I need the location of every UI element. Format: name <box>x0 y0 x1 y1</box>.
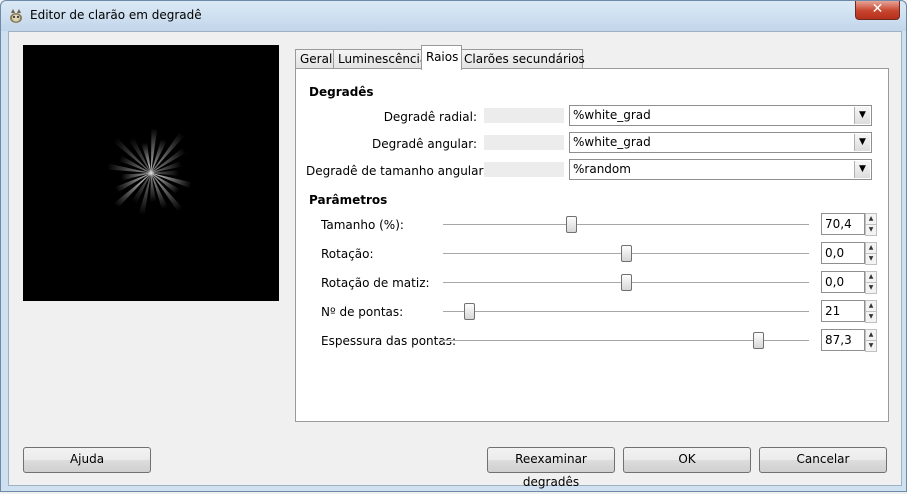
angular-size-gradient-label: Degradê de tamanho angular: <box>306 164 488 178</box>
spike-thickness-value: 87,3 <box>825 333 852 347</box>
size-slider-handle[interactable] <box>566 216 578 233</box>
size-slider[interactable] <box>443 224 809 226</box>
select-value: %white_grad <box>573 108 651 122</box>
parameters-section-title: Parâmetros <box>309 193 388 207</box>
flare-preview <box>23 45 279 301</box>
angular-gradient-label: Degradê angular: <box>372 137 477 151</box>
help-button-label: Ajuda <box>69 452 105 466</box>
angular-gradient-swatch <box>484 135 564 150</box>
close-icon: ✕ <box>871 1 884 17</box>
cancel-button[interactable]: Cancelar <box>759 447 887 473</box>
chevron-down-icon[interactable]: ▼ <box>854 107 870 124</box>
rescan-gradients-button[interactable]: Reexaminar degradês <box>487 447 615 489</box>
spin-down-icon[interactable]: ▼ <box>865 340 877 352</box>
rotation-input[interactable]: 0,0 <box>821 242 865 264</box>
spike-count-input[interactable]: 21 <box>821 300 865 322</box>
select-value: %white_grad <box>573 135 651 149</box>
select-value: %random <box>573 162 631 176</box>
spike-thickness-spinbutton[interactable]: 87,3 ▲ ▼ <box>821 329 877 352</box>
window-title: Editor de clarão em degradê <box>30 8 202 22</box>
tab-label: Raios <box>426 50 459 64</box>
hue-rotation-label: Rotação de matiz: <box>321 276 430 290</box>
spike-count-slider-handle[interactable] <box>463 303 475 320</box>
chevron-down-icon[interactable]: ▼ <box>854 134 870 151</box>
tab-geral[interactable]: Geral <box>295 49 334 69</box>
spike-thickness-label: Espessura das pontas: <box>321 334 456 348</box>
gimp-icon <box>10 9 22 23</box>
flare-preview-image <box>107 127 193 216</box>
hue-rotation-spinbutton[interactable]: 0,0 ▲ ▼ <box>821 271 877 294</box>
hue-rotation-input[interactable]: 0,0 <box>821 271 865 293</box>
spike-count-label: Nº de pontas: <box>321 305 404 319</box>
tab-label: Geral <box>300 52 333 66</box>
size-value: 70,4 <box>825 217 852 231</box>
spike-count-spinbutton[interactable]: 21 ▲ ▼ <box>821 300 877 323</box>
help-button[interactable]: Ajuda <box>23 447 151 473</box>
radial-gradient-label: Degradê radial: <box>383 110 477 124</box>
angular-gradient-select[interactable]: %white_grad ▼ <box>569 132 872 153</box>
rescan-button-label: Reexaminar degradês <box>515 452 587 489</box>
angular-size-gradient-swatch <box>484 162 564 177</box>
radial-gradient-swatch <box>484 108 564 123</box>
tab-claroes-secundarios[interactable]: Clarões secundários <box>459 49 585 69</box>
spin-down-icon[interactable]: ▼ <box>865 282 877 294</box>
close-button[interactable]: ✕ <box>855 1 900 20</box>
angular-size-gradient-select[interactable]: %random ▼ <box>569 159 872 180</box>
rotation-label: Rotação: <box>321 247 374 261</box>
cancel-button-label: Cancelar <box>796 452 850 466</box>
rotation-value: 0,0 <box>825 246 845 260</box>
spike-count-slider[interactable] <box>443 311 809 313</box>
rotation-slider-handle[interactable] <box>621 245 632 262</box>
chevron-down-icon[interactable]: ▼ <box>854 161 870 178</box>
spike-thickness-slider-handle[interactable] <box>752 332 764 349</box>
size-label: Tamanho (%): <box>321 218 404 232</box>
spin-down-icon[interactable]: ▼ <box>865 253 877 265</box>
spike-thickness-input[interactable]: 87,3 <box>821 329 865 351</box>
raios-panel: Degradês Degradê radial: %white_grad ▼ D… <box>295 68 889 422</box>
hue-rotation-value: 0,0 <box>825 275 845 289</box>
hue-rotation-slider-handle[interactable] <box>621 274 632 291</box>
size-input[interactable]: 70,4 <box>821 213 865 235</box>
spike-count-value: 21 <box>825 304 841 318</box>
ok-button[interactable]: OK <box>623 447 751 473</box>
ok-button-label: OK <box>678 452 696 466</box>
gradients-section-title: Degradês <box>309 85 374 99</box>
tab-label: Luminescência <box>338 52 428 66</box>
rotation-spinbutton[interactable]: 0,0 ▲ ▼ <box>821 242 877 265</box>
tab-raios[interactable]: Raios <box>421 45 462 70</box>
size-spinbutton[interactable]: 70,4 ▲ ▼ <box>821 213 877 236</box>
dialog-body: Geral Luminescência Raios Clarões secund… <box>8 31 902 489</box>
tab-luminescencia[interactable]: Luminescência <box>333 49 427 69</box>
title-bar[interactable]: Editor de clarão em degradê ✕ <box>1 1 906 31</box>
spin-down-icon[interactable]: ▼ <box>865 224 877 236</box>
radial-gradient-select[interactable]: %white_grad ▼ <box>569 105 872 126</box>
tab-label: Clarões secundários <box>464 52 585 66</box>
spin-down-icon[interactable]: ▼ <box>865 311 877 323</box>
dialog-window: Editor de clarão em degradê ✕ Geral Lumi… <box>0 0 907 492</box>
